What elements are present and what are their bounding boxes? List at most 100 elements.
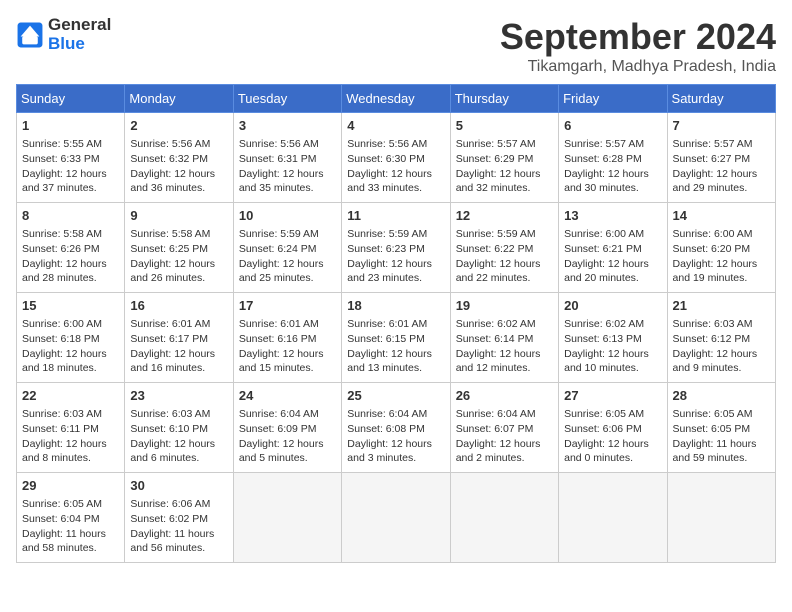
day-info: and 0 minutes. bbox=[564, 451, 661, 466]
day-number: 16 bbox=[130, 297, 227, 315]
day-info: Sunset: 6:32 PM bbox=[130, 152, 227, 167]
col-sunday: Sunday bbox=[17, 85, 125, 113]
col-thursday: Thursday bbox=[450, 85, 558, 113]
day-info: Sunrise: 5:56 AM bbox=[347, 137, 444, 152]
day-info: Sunrise: 6:04 AM bbox=[347, 407, 444, 422]
day-info: Daylight: 12 hours bbox=[456, 167, 553, 182]
day-info: and 26 minutes. bbox=[130, 271, 227, 286]
week-row: 22Sunrise: 6:03 AMSunset: 6:11 PMDayligh… bbox=[17, 383, 776, 473]
page-header: General Blue September 2024 Tikamgarh, M… bbox=[16, 16, 776, 76]
day-info: Sunrise: 5:56 AM bbox=[130, 137, 227, 152]
col-friday: Friday bbox=[559, 85, 667, 113]
day-number: 29 bbox=[22, 477, 119, 495]
day-info: Sunset: 6:15 PM bbox=[347, 332, 444, 347]
day-info: Daylight: 12 hours bbox=[564, 167, 661, 182]
table-row: 13Sunrise: 6:00 AMSunset: 6:21 PMDayligh… bbox=[559, 203, 667, 293]
day-info: and 36 minutes. bbox=[130, 181, 227, 196]
day-info: Daylight: 12 hours bbox=[22, 257, 119, 272]
table-row: 20Sunrise: 6:02 AMSunset: 6:13 PMDayligh… bbox=[559, 293, 667, 383]
day-info: and 3 minutes. bbox=[347, 451, 444, 466]
day-info: Sunrise: 6:04 AM bbox=[239, 407, 336, 422]
day-info: Daylight: 12 hours bbox=[456, 257, 553, 272]
day-info: Sunrise: 6:00 AM bbox=[673, 227, 770, 242]
table-row bbox=[559, 473, 667, 563]
day-number: 6 bbox=[564, 117, 661, 135]
day-info: Daylight: 12 hours bbox=[239, 257, 336, 272]
day-info: Daylight: 11 hours bbox=[130, 527, 227, 542]
day-info: Daylight: 12 hours bbox=[130, 167, 227, 182]
day-info: Sunrise: 6:05 AM bbox=[673, 407, 770, 422]
day-info: Sunrise: 5:57 AM bbox=[673, 137, 770, 152]
day-number: 27 bbox=[564, 387, 661, 405]
calendar-table: Sunday Monday Tuesday Wednesday Thursday… bbox=[16, 84, 776, 563]
week-row: 29Sunrise: 6:05 AMSunset: 6:04 PMDayligh… bbox=[17, 473, 776, 563]
day-info: Daylight: 12 hours bbox=[130, 257, 227, 272]
day-info: and 9 minutes. bbox=[673, 361, 770, 376]
day-info: Sunset: 6:08 PM bbox=[347, 422, 444, 437]
table-row: 27Sunrise: 6:05 AMSunset: 6:06 PMDayligh… bbox=[559, 383, 667, 473]
day-info: Daylight: 12 hours bbox=[564, 347, 661, 362]
day-info: Sunset: 6:26 PM bbox=[22, 242, 119, 257]
day-number: 14 bbox=[673, 207, 770, 225]
day-info: Sunrise: 6:00 AM bbox=[22, 317, 119, 332]
day-info: Sunset: 6:18 PM bbox=[22, 332, 119, 347]
day-info: Sunset: 6:10 PM bbox=[130, 422, 227, 437]
day-number: 5 bbox=[456, 117, 553, 135]
day-number: 21 bbox=[673, 297, 770, 315]
day-info: Daylight: 12 hours bbox=[673, 347, 770, 362]
table-row: 7Sunrise: 5:57 AMSunset: 6:27 PMDaylight… bbox=[667, 113, 775, 203]
day-info: Sunrise: 6:00 AM bbox=[564, 227, 661, 242]
day-number: 18 bbox=[347, 297, 444, 315]
day-info: Sunrise: 5:57 AM bbox=[456, 137, 553, 152]
day-info: Daylight: 12 hours bbox=[456, 437, 553, 452]
day-info: Sunset: 6:25 PM bbox=[130, 242, 227, 257]
day-info: Sunrise: 5:56 AM bbox=[239, 137, 336, 152]
day-info: and 37 minutes. bbox=[22, 181, 119, 196]
table-row: 15Sunrise: 6:00 AMSunset: 6:18 PMDayligh… bbox=[17, 293, 125, 383]
table-row: 3Sunrise: 5:56 AMSunset: 6:31 PMDaylight… bbox=[233, 113, 341, 203]
table-row: 17Sunrise: 6:01 AMSunset: 6:16 PMDayligh… bbox=[233, 293, 341, 383]
day-info: and 59 minutes. bbox=[673, 451, 770, 466]
table-row: 21 Sunrise: 6:03 AMSunset: 6:12 PMDayligh… bbox=[667, 293, 775, 383]
table-row: 2Sunrise: 5:56 AMSunset: 6:32 PMDaylight… bbox=[125, 113, 233, 203]
day-info: Sunset: 6:16 PM bbox=[239, 332, 336, 347]
day-number: 3 bbox=[239, 117, 336, 135]
day-info: Daylight: 12 hours bbox=[22, 437, 119, 452]
day-info: Sunset: 6:27 PM bbox=[673, 152, 770, 167]
day-info: and 13 minutes. bbox=[347, 361, 444, 376]
day-info: Sunrise: 6:01 AM bbox=[347, 317, 444, 332]
table-row bbox=[233, 473, 341, 563]
table-row: 24Sunrise: 6:04 AMSunset: 6:09 PMDayligh… bbox=[233, 383, 341, 473]
day-info: and 10 minutes. bbox=[564, 361, 661, 376]
day-info: Sunset: 6:22 PM bbox=[456, 242, 553, 257]
day-info: and 35 minutes. bbox=[239, 181, 336, 196]
table-row: 10Sunrise: 5:59 AMSunset: 6:24 PMDayligh… bbox=[233, 203, 341, 293]
day-info: Daylight: 12 hours bbox=[239, 347, 336, 362]
day-number: 28 bbox=[673, 387, 770, 405]
day-info: Sunrise: 6:02 AM bbox=[456, 317, 553, 332]
day-info: Sunrise: 6:06 AM bbox=[130, 497, 227, 512]
day-info: Daylight: 12 hours bbox=[22, 347, 119, 362]
day-info: Daylight: 12 hours bbox=[347, 167, 444, 182]
logo-line1: General bbox=[48, 16, 111, 35]
table-row: 4Sunrise: 5:56 AMSunset: 6:30 PMDaylight… bbox=[342, 113, 450, 203]
table-row: 18Sunrise: 6:01 AMSunset: 6:15 PMDayligh… bbox=[342, 293, 450, 383]
day-info: Sunset: 6:20 PM bbox=[673, 242, 770, 257]
day-info: Sunset: 6:12 PM bbox=[673, 332, 770, 347]
day-info: Sunrise: 6:05 AM bbox=[564, 407, 661, 422]
table-row: 6Sunrise: 5:57 AMSunset: 6:28 PMDaylight… bbox=[559, 113, 667, 203]
day-info: Sunset: 6:02 PM bbox=[130, 512, 227, 527]
day-number: 12 bbox=[456, 207, 553, 225]
day-info: Sunrise: 6:01 AM bbox=[239, 317, 336, 332]
day-info: and 29 minutes. bbox=[673, 181, 770, 196]
logo-line2: Blue bbox=[48, 35, 111, 54]
table-row: 29Sunrise: 6:05 AMSunset: 6:04 PMDayligh… bbox=[17, 473, 125, 563]
day-info: and 18 minutes. bbox=[22, 361, 119, 376]
day-info: Daylight: 12 hours bbox=[239, 167, 336, 182]
logo: General Blue bbox=[16, 16, 111, 53]
day-info: and 12 minutes. bbox=[456, 361, 553, 376]
day-info: Sunset: 6:07 PM bbox=[456, 422, 553, 437]
day-info: Sunrise: 6:03 AM bbox=[673, 317, 770, 332]
day-info: Daylight: 12 hours bbox=[673, 257, 770, 272]
table-row: 16Sunrise: 6:01 AMSunset: 6:17 PMDayligh… bbox=[125, 293, 233, 383]
